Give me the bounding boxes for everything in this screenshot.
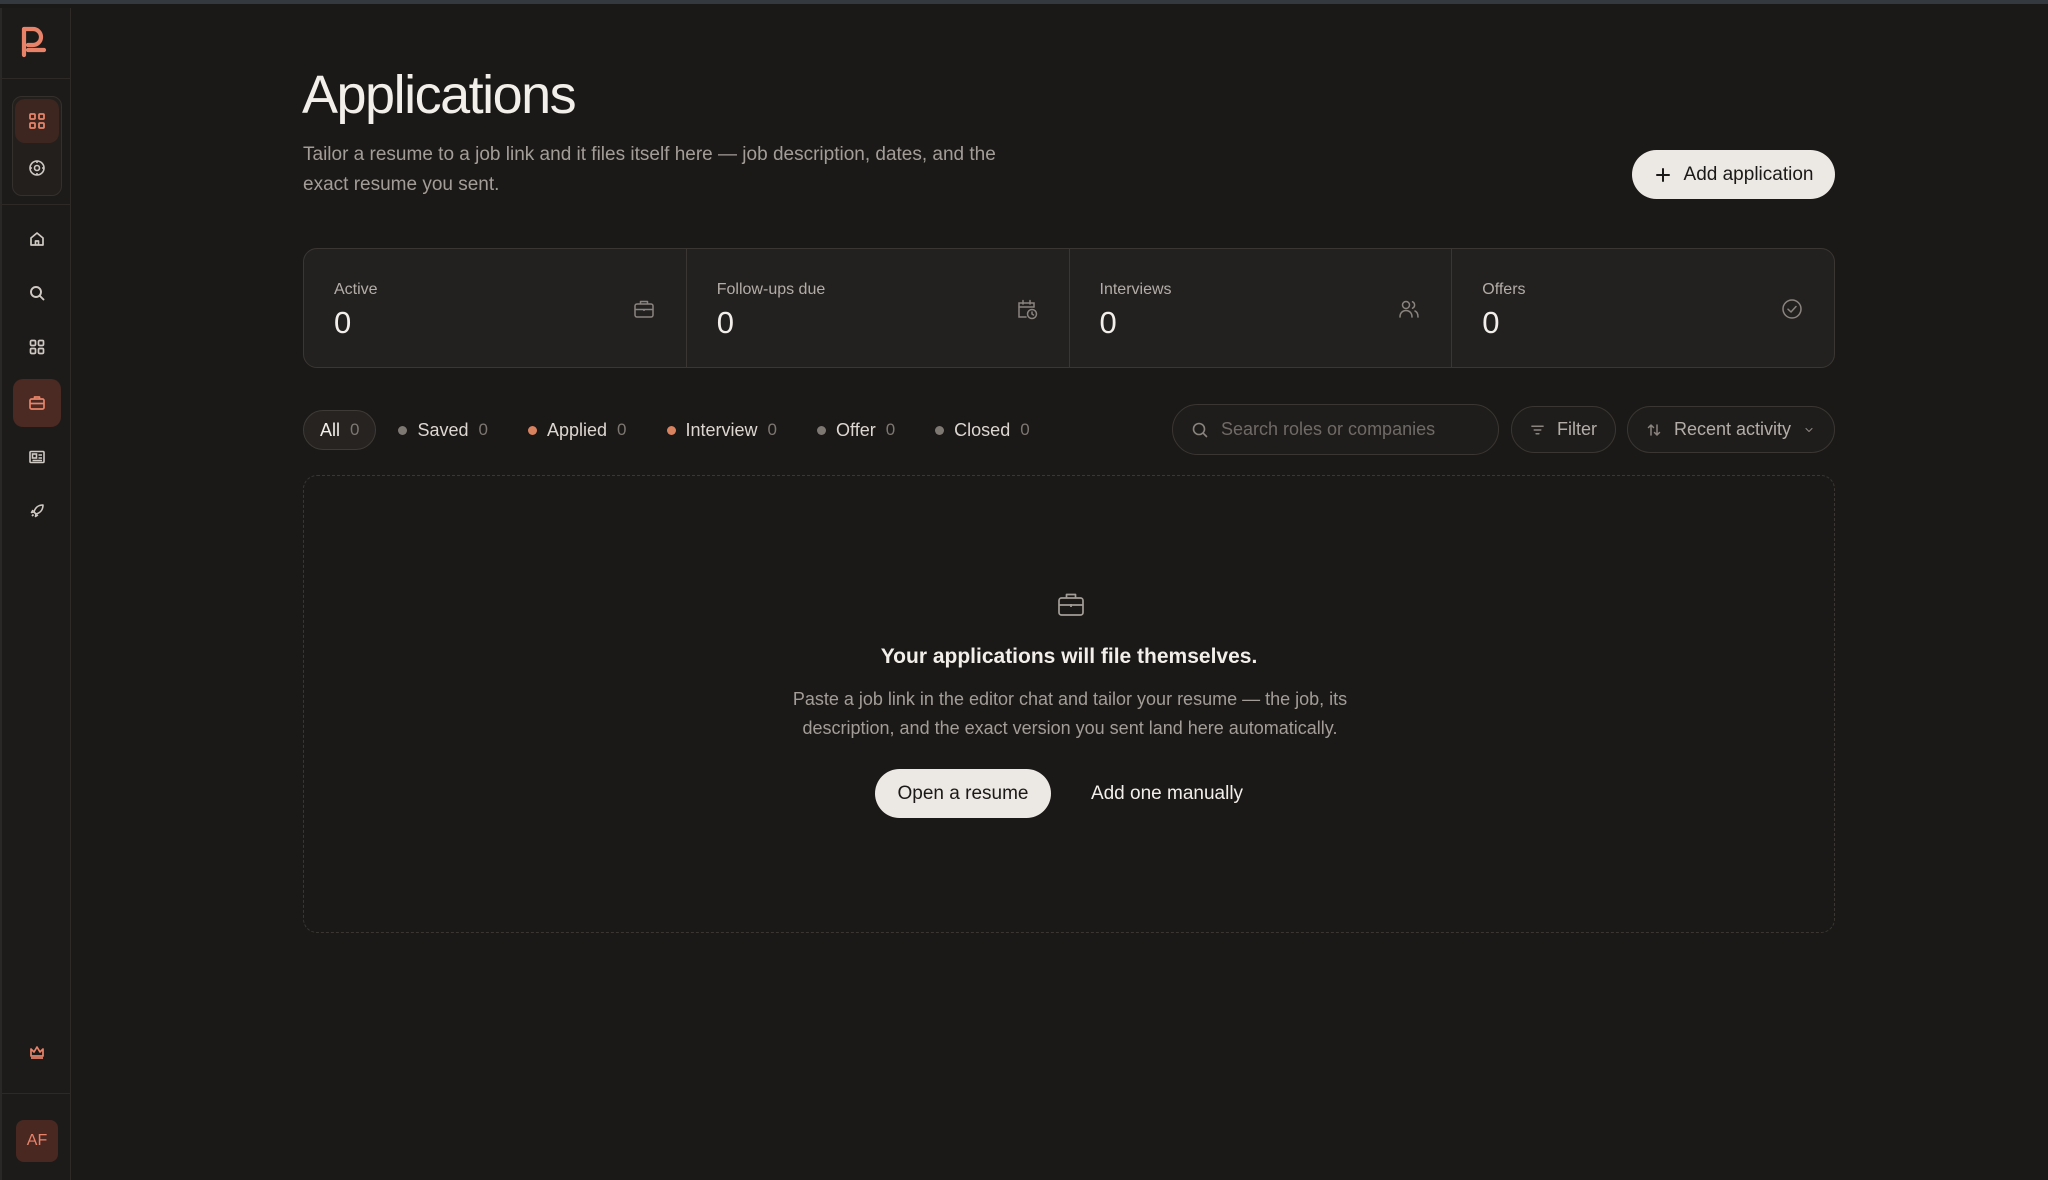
filter-label: Filter — [1557, 419, 1597, 439]
home-icon — [30, 232, 44, 246]
sidebar-item-search[interactable] — [13, 269, 61, 317]
sidebar-item-upgrade[interactable] — [13, 1028, 61, 1076]
id-card-icon — [29, 450, 45, 464]
filter-chip-offer[interactable]: Offer 0 — [799, 410, 913, 450]
stat-interviews: Interviews 0 — [1070, 249, 1453, 367]
sidebar-divider — [2, 78, 71, 79]
plus-icon — [1655, 167, 1670, 182]
status-filter-chips: All 0 Saved 0 Applied 0 Interview 0 Offe… — [303, 410, 1052, 450]
filter-chip-all[interactable]: All 0 — [303, 410, 377, 450]
stats-summary: Active 0 Follow-ups due 0 Interviews 0 O… — [303, 248, 1835, 368]
sidebar-item-applications[interactable] — [13, 379, 61, 427]
open-resume-button[interactable]: Open a resume — [875, 769, 1051, 818]
filter-chip-interview[interactable]: Interview 0 — [649, 410, 796, 450]
briefcase-icon — [1058, 593, 1084, 616]
status-dot — [398, 425, 408, 435]
avatar[interactable]: AF — [16, 1120, 58, 1162]
chip-label: All — [320, 419, 341, 440]
sort-arrows-icon — [1647, 423, 1661, 436]
settings-cog-icon — [29, 160, 45, 176]
chip-label: Offer — [836, 419, 876, 440]
filter-lines-icon — [1531, 425, 1544, 434]
page-subtitle: Tailor a resume to a job link and it fil… — [303, 144, 996, 195]
sidebar-item-apps[interactable] — [13, 323, 61, 371]
sidebar-item-home[interactable] — [13, 215, 61, 263]
search-icon — [1192, 422, 1208, 437]
rocket-icon — [30, 504, 44, 518]
sort-dropdown[interactable]: Recent activity — [1627, 406, 1835, 453]
chip-count: 0 — [350, 420, 360, 439]
apps-grid-icon — [29, 339, 45, 355]
chip-label: Interview — [685, 419, 758, 440]
sidebar-divider — [2, 1093, 71, 1094]
chip-label: Saved — [417, 419, 469, 440]
users-icon — [1399, 300, 1419, 318]
stat-label: Offers — [1482, 281, 1526, 298]
briefcase-icon — [634, 300, 654, 318]
stat-label: Active — [334, 281, 378, 298]
chip-count: 0 — [617, 420, 627, 439]
add-application-label: Add application — [1683, 163, 1814, 185]
calendar-clock-icon — [1017, 299, 1037, 320]
stat-value: 0 — [1482, 305, 1500, 340]
chevron-down-icon — [1805, 427, 1813, 432]
stat-value: 0 — [716, 305, 734, 340]
sidebar-item-profile-card[interactable] — [13, 433, 61, 481]
app-window: AF Applications Tailor a resume to a job… — [0, 0, 2048, 1180]
chip-label: Closed — [954, 419, 1011, 440]
status-dot — [666, 425, 676, 435]
add-application-button[interactable]: Add application — [1632, 150, 1835, 199]
chip-count: 0 — [767, 420, 778, 439]
stat-follow-ups: Follow-ups due 0 — [687, 249, 1070, 367]
chip-count: 0 — [1020, 420, 1030, 439]
briefcase-icon — [29, 396, 45, 410]
status-dot — [817, 425, 827, 435]
workspace-grid-button[interactable] — [15, 99, 59, 143]
sidebar-item-launch[interactable] — [13, 487, 61, 535]
stat-value: 0 — [334, 305, 352, 340]
stat-active: Active 0 — [304, 249, 687, 367]
status-dot — [528, 425, 537, 435]
chip-count: 0 — [478, 420, 488, 439]
workspace-settings-button[interactable] — [15, 146, 59, 190]
filter-chip-saved[interactable]: Saved 0 — [380, 410, 506, 450]
sort-label: Recent activity — [1674, 419, 1792, 439]
empty-state: Your applications will file themselves. … — [303, 475, 1835, 933]
stat-label: Follow-ups due — [716, 281, 826, 298]
sidebar: AF — [0, 8, 71, 1180]
empty-state-description: Paste a job link in the editor chat and … — [792, 689, 1348, 738]
chip-label: Applied — [547, 419, 608, 440]
search-input[interactable] — [1221, 419, 1481, 440]
chip-count: 0 — [885, 420, 896, 439]
stat-offers: Offers 0 — [1452, 249, 1834, 367]
search-icon — [30, 286, 45, 301]
empty-state-title: Your applications will file themselves. — [880, 645, 1258, 668]
status-dot — [935, 425, 945, 435]
sidebar-divider — [2, 204, 71, 205]
check-circle-icon — [1782, 299, 1802, 319]
filter-chip-applied[interactable]: Applied 0 — [510, 410, 645, 450]
add-manually-button[interactable]: Add one manually — [1082, 769, 1252, 818]
crown-icon — [30, 1046, 44, 1059]
filter-chip-closed[interactable]: Closed 0 — [917, 410, 1048, 450]
search-box — [1172, 404, 1499, 455]
stat-label: Interviews — [1099, 281, 1172, 298]
stat-value: 0 — [1099, 305, 1117, 340]
brand-logo-icon[interactable] — [18, 24, 50, 58]
filter-button[interactable]: Filter — [1511, 406, 1616, 453]
page-title: Applications — [302, 65, 577, 125]
grid-icon — [29, 113, 45, 129]
